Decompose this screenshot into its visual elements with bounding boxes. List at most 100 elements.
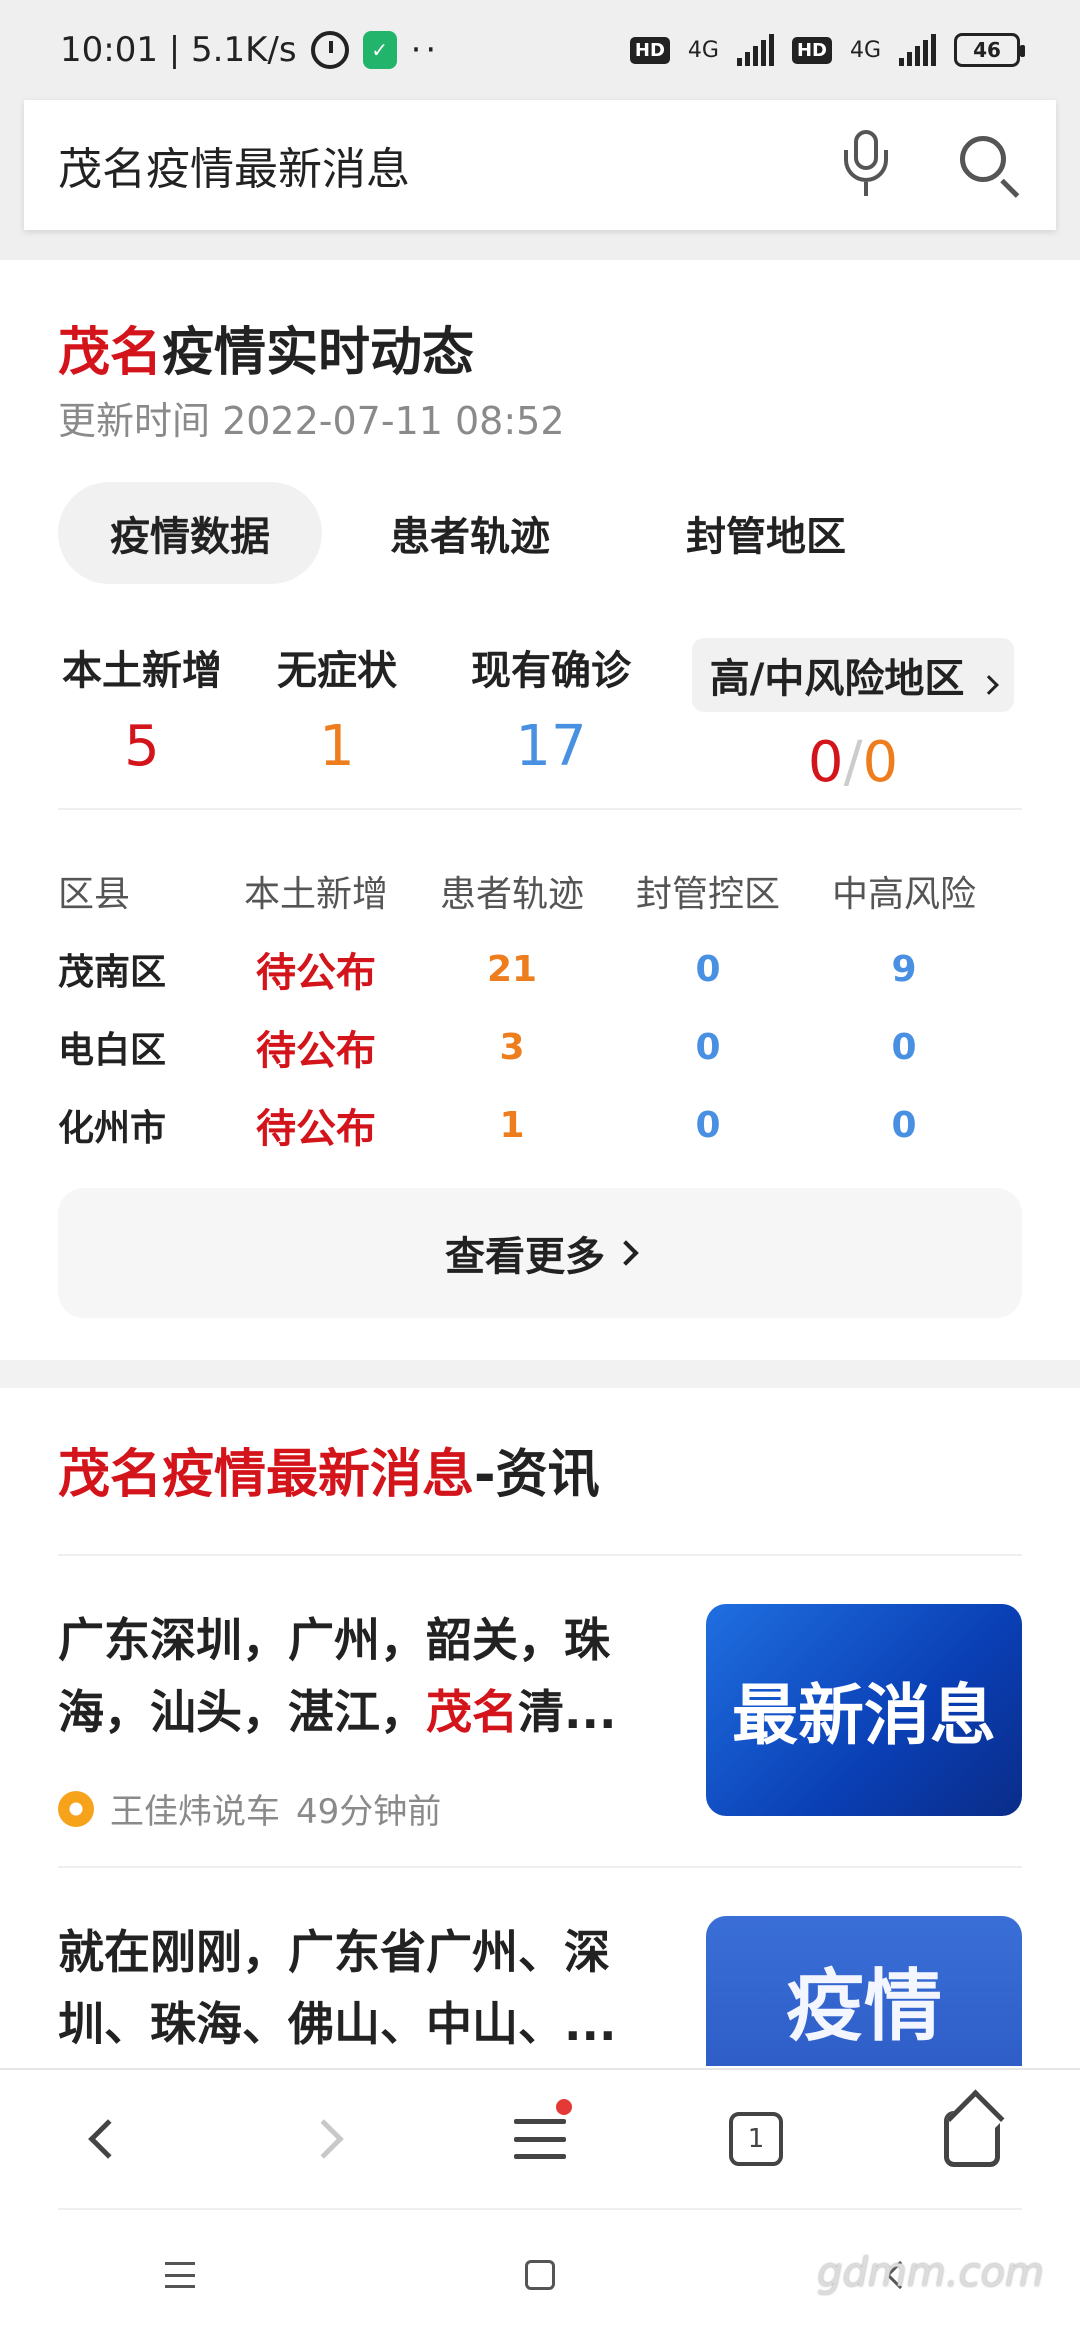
chevron-right-icon (613, 1240, 639, 1266)
search-input[interactable]: 茂名疫情最新消息 (24, 100, 1056, 230)
news-headline[interactable]: 就在刚刚，广东省广州、深 圳、珠海、佛山、中山、... (58, 1916, 658, 2060)
battery-icon: 46 (954, 33, 1025, 67)
stat-value: 0/0 (684, 730, 1022, 795)
stat-label: 本土新增 (62, 648, 222, 694)
chevron-left-icon (88, 2119, 128, 2159)
tab-epidemic-data[interactable]: 疫情数据 (58, 482, 322, 584)
news-thumbnail[interactable]: 疫情 (706, 1916, 1022, 2066)
col-risk: 中高风险 (831, 874, 976, 915)
headline-line-2: 圳、珠海、佛山、中山、... (58, 1997, 617, 2051)
search-area: 茂名疫情最新消息 (0, 100, 1080, 260)
see-more-label: 查看更多 (445, 1234, 605, 1280)
news-headline[interactable]: 广东深圳，广州，韶关，珠 海，汕头，湛江，茂名清... (58, 1604, 658, 1748)
signal-icon-2 (899, 34, 936, 66)
headline-line-1: 广东深圳，广州，韶关，珠 (58, 1613, 610, 1667)
section-separator (0, 1360, 1080, 1388)
home-button[interactable] (912, 2079, 1032, 2199)
stat-value: 5 (124, 714, 160, 779)
col-local-new: 本土新增 (243, 874, 388, 915)
news-title-highlight: 茂名疫情最新消息 (58, 1445, 475, 1505)
news-title-rest: -资讯 (474, 1445, 600, 1505)
tabs-icon: 1 (729, 2112, 783, 2166)
cell-control-zone: 0 (695, 1104, 721, 1146)
news-thumbnail[interactable]: 最新消息 (706, 1604, 1022, 1816)
status-bar: 10:01 | 5.1K/s ✓ ·· HD 4G HD 4G 46 (0, 0, 1080, 100)
cell-local-new: 待公布 (256, 1028, 376, 1074)
col-district: 区县 (58, 874, 131, 915)
search-icon[interactable] (956, 132, 1022, 198)
cell-risk: 9 (891, 948, 917, 990)
risk-mid-value: 0 (862, 730, 899, 795)
system-home-button[interactable] (480, 2215, 600, 2335)
stat-risk-areas[interactable]: 高/中风险地区 0/0 (684, 638, 1022, 795)
green-shield-icon: ✓ (362, 31, 397, 69)
col-trajectory: 患者轨迹 (439, 874, 584, 915)
cell-trajectory: 3 (499, 1026, 525, 1068)
table-header: 区县 本土新增 患者轨迹 封管控区 中高风险 (58, 852, 1022, 930)
status-time: 10:01 | 5.1K/s (60, 30, 297, 70)
headline-highlight: 茂名 (426, 1685, 518, 1739)
chevron-right-icon (304, 2119, 344, 2159)
cell-district: 化州市 (58, 1108, 167, 1149)
stat-asymptomatic: 无症状 1 (272, 638, 402, 779)
hd-badge-2: HD (791, 36, 832, 64)
tab-patient-trajectory[interactable]: 患者轨迹 (322, 482, 618, 584)
risk-areas-link[interactable]: 高/中风险地区 (691, 638, 1015, 712)
news-time: 49分钟前 (296, 1792, 442, 1832)
tab-lockdown-areas[interactable]: 封管地区 (618, 482, 914, 584)
stat-label: 现有确诊 (471, 648, 631, 694)
divider (58, 1866, 1022, 1868)
thumbnail-text: 最新消息 (732, 1677, 996, 1754)
stats-row: 本土新增 5 无症状 1 现有确诊 17 高/中风险地区 0/0 (58, 638, 1022, 798)
back-button[interactable] (48, 2079, 168, 2199)
cell-local-new: 待公布 (256, 950, 376, 996)
chevron-right-icon (979, 675, 1000, 695)
more-dots: ·· (410, 30, 441, 70)
stat-local-new: 本土新增 5 (58, 638, 226, 779)
network-type-2: 4G (849, 37, 881, 63)
status-left: 10:01 | 5.1K/s ✓ ·· (60, 30, 440, 70)
stat-value: 1 (319, 714, 355, 779)
network-type: 4G (687, 37, 719, 63)
notification-dot (556, 2099, 572, 2115)
cell-risk: 0 (891, 1104, 917, 1146)
search-query[interactable]: 茂名疫情最新消息 (58, 133, 410, 197)
district-table: 区县 本土新增 患者轨迹 封管控区 中高风险 茂南区 待公布 21 0 9 电白… (58, 852, 1022, 1164)
menu-button[interactable] (480, 2079, 600, 2199)
hd-badge: HD (629, 36, 670, 64)
news-section-title: 茂名疫情最新消息-资讯 (58, 1432, 600, 1507)
card-title-rest: 疫情实时动态 (162, 323, 475, 383)
news-source: 王佳炜说车 (110, 1792, 280, 1832)
cell-local-new: 待公布 (256, 1106, 376, 1152)
epidemic-card: 茂名疫情实时动态 更新时间 2022-07-11 08:52 疫情数据 患者轨迹… (0, 260, 1080, 1360)
status-right: HD 4G HD 4G 46 (629, 33, 1025, 67)
stat-label: 高/中风险地区 (709, 656, 965, 702)
cell-risk: 0 (891, 1026, 917, 1068)
see-more-button[interactable]: 查看更多 (58, 1188, 1022, 1318)
watermark: gdmm.com (817, 2250, 1044, 2296)
tabs-button[interactable]: 1 (696, 2079, 816, 2199)
source-logo-icon (58, 1790, 94, 1827)
divider (58, 808, 1022, 810)
stat-value: 17 (515, 714, 587, 779)
cell-district: 茂南区 (58, 952, 167, 993)
cell-district: 电白区 (58, 1030, 167, 1071)
news-meta: 王佳炜说车 49分钟前 (58, 1784, 441, 1833)
table-row[interactable]: 电白区 待公布 3 0 0 (58, 1008, 1022, 1086)
table-row[interactable]: 化州市 待公布 1 0 0 (58, 1086, 1022, 1164)
card-tabs: 疫情数据 患者轨迹 封管地区 (58, 482, 914, 584)
recent-apps-button[interactable] (120, 2215, 240, 2335)
news-item[interactable]: 就在刚刚，广东省广州、深 圳、珠海、佛山、中山、... 疫情 (58, 1916, 1022, 2066)
news-item[interactable]: 广东深圳，广州，韶关，珠 海，汕头，湛江，茂名清... 王佳炜说车 49分钟前 … (58, 1604, 1022, 1844)
signal-icon (736, 34, 774, 66)
card-title-highlight: 茂名 (58, 323, 163, 383)
forward-button[interactable] (264, 2079, 384, 2199)
cell-trajectory: 1 (499, 1104, 525, 1146)
col-control-zone: 封管控区 (635, 874, 780, 915)
stat-current-confirmed: 现有确诊 17 (466, 638, 636, 779)
update-time: 更新时间 2022-07-11 08:52 (58, 399, 565, 443)
microphone-icon[interactable] (836, 130, 896, 200)
table-row[interactable]: 茂南区 待公布 21 0 9 (58, 930, 1022, 1008)
headline-post: 清... (518, 1685, 617, 1739)
card-title: 茂名疫情实时动态 (58, 310, 474, 385)
